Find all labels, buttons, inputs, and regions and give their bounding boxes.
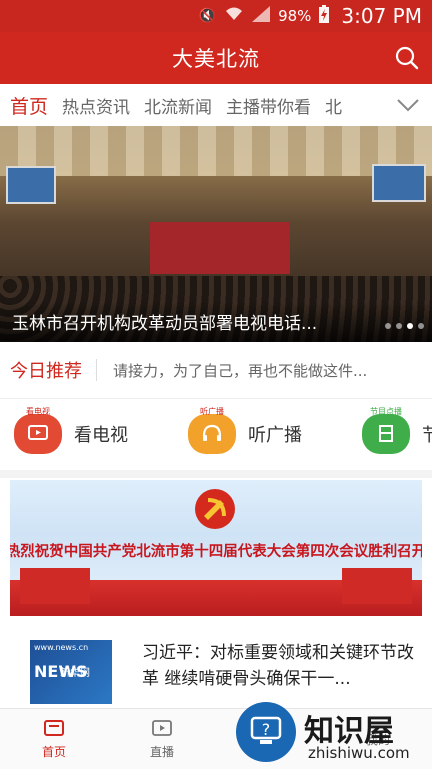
flag-right bbox=[342, 568, 412, 604]
banner-caption: 玉林市召开机构改革动员部署电视电话... bbox=[12, 314, 318, 334]
replay-icon: 节目点播 bbox=[362, 407, 410, 454]
nav-live-label: 直播 bbox=[149, 744, 174, 759]
play-icon bbox=[152, 719, 172, 736]
thumb-brand: 新华网 bbox=[60, 668, 90, 679]
watch-tv-button[interactable]: 看电视 看电视 bbox=[14, 407, 174, 454]
chevron-down-icon[interactable] bbox=[384, 84, 432, 126]
category-tabs: 首页 热点资讯 北流新闻 主播带你看 北 bbox=[0, 84, 432, 127]
nav-home[interactable]: 首页 bbox=[0, 709, 108, 769]
on-demand-button[interactable]: 节目点播 节 bbox=[362, 407, 432, 454]
watermark-url: zhishiwu.com bbox=[308, 744, 410, 762]
listen-radio-label: 听广播 bbox=[248, 425, 302, 446]
news-list-item[interactable]: www.news.cn NEWS 新华网 习近平：对标重要领域和关键环节改革 继… bbox=[0, 630, 432, 706]
shortcut-row: 看电视 看电视 听广播 听广播 节目点播 节 bbox=[0, 398, 432, 478]
party-emblem-icon bbox=[195, 489, 235, 529]
tv-live-icon: 看电视 bbox=[14, 407, 62, 454]
news-thumbnail: www.news.cn NEWS 新华网 bbox=[30, 640, 112, 704]
news-title: 习近平：对标重要领域和关键环节改革 继续啃硬骨头确保干一... bbox=[142, 643, 414, 689]
signal-icon bbox=[252, 6, 271, 26]
watermark-monitor-icon: ? bbox=[236, 702, 296, 762]
today-recommend[interactable]: 今日推荐 请接力，为了自己，再也不能做这件... bbox=[0, 342, 432, 399]
listen-radio-button[interactable]: 听广播 听广播 bbox=[188, 407, 348, 454]
today-recommend-message[interactable]: 请接力，为了自己，再也不能做这件... bbox=[113, 360, 367, 381]
svg-text:?: ? bbox=[262, 720, 271, 739]
carousel-dot-active bbox=[407, 323, 413, 329]
wifi-icon bbox=[224, 6, 244, 26]
tab-more-partial[interactable]: 北 bbox=[325, 93, 342, 118]
divider bbox=[96, 359, 97, 381]
carousel-dot bbox=[418, 323, 424, 329]
search-icon[interactable] bbox=[394, 45, 420, 71]
carousel-dot bbox=[385, 323, 391, 329]
watch-tv-label: 看电视 bbox=[74, 425, 128, 446]
nav-home-label: 首页 bbox=[41, 744, 66, 759]
thumb-site: www.news.cn bbox=[34, 643, 89, 652]
banner-screen-right bbox=[372, 164, 426, 202]
app-title: 大美北流 bbox=[172, 47, 260, 71]
banner-screen-left bbox=[6, 166, 56, 204]
tab-home[interactable]: 首页 bbox=[10, 92, 48, 119]
replay-badge-caption: 节目点播 bbox=[370, 407, 402, 416]
app-header: 大美北流 bbox=[0, 32, 432, 84]
clock: 3:07 PM bbox=[341, 4, 422, 28]
tab-anchor[interactable]: 主播带你看 bbox=[226, 93, 311, 118]
nav-live[interactable]: 直播 bbox=[108, 709, 216, 769]
tab-hot-news[interactable]: 热点资讯 bbox=[62, 93, 130, 118]
home-icon bbox=[44, 719, 64, 736]
banner-carousel[interactable]: 玉林市召开机构改革动员部署电视电话... bbox=[0, 126, 432, 342]
watermark-logo: ? 知识屋 zhishiwu.com bbox=[232, 700, 432, 768]
mute-icon: 🔇 bbox=[198, 8, 217, 24]
tab-beiliu-news[interactable]: 北流新闻 bbox=[144, 93, 212, 118]
banner-stage bbox=[150, 222, 290, 274]
tv-badge-caption: 看电视 bbox=[26, 407, 50, 416]
promo-banner[interactable]: 热烈祝贺中国共产党北流市第十四届代表大会第四次会议胜利召开 bbox=[10, 480, 422, 616]
today-recommend-label: 今日推荐 bbox=[10, 361, 82, 382]
promo-banner-text: 热烈祝贺中国共产党北流市第十四届代表大会第四次会议胜利召开 bbox=[10, 543, 422, 560]
on-demand-label: 节 bbox=[422, 421, 432, 447]
carousel-dots bbox=[385, 323, 424, 329]
battery-percent: 98% bbox=[278, 7, 312, 25]
radio-live-icon: 听广播 bbox=[188, 407, 236, 454]
radio-badge-caption: 听广播 bbox=[200, 407, 224, 416]
status-bar: 🔇 98% 3:07 PM bbox=[0, 0, 432, 32]
flag-left bbox=[20, 568, 90, 604]
banner-image bbox=[0, 126, 432, 176]
carousel-dot bbox=[396, 323, 402, 329]
battery-charging-icon bbox=[319, 5, 330, 27]
